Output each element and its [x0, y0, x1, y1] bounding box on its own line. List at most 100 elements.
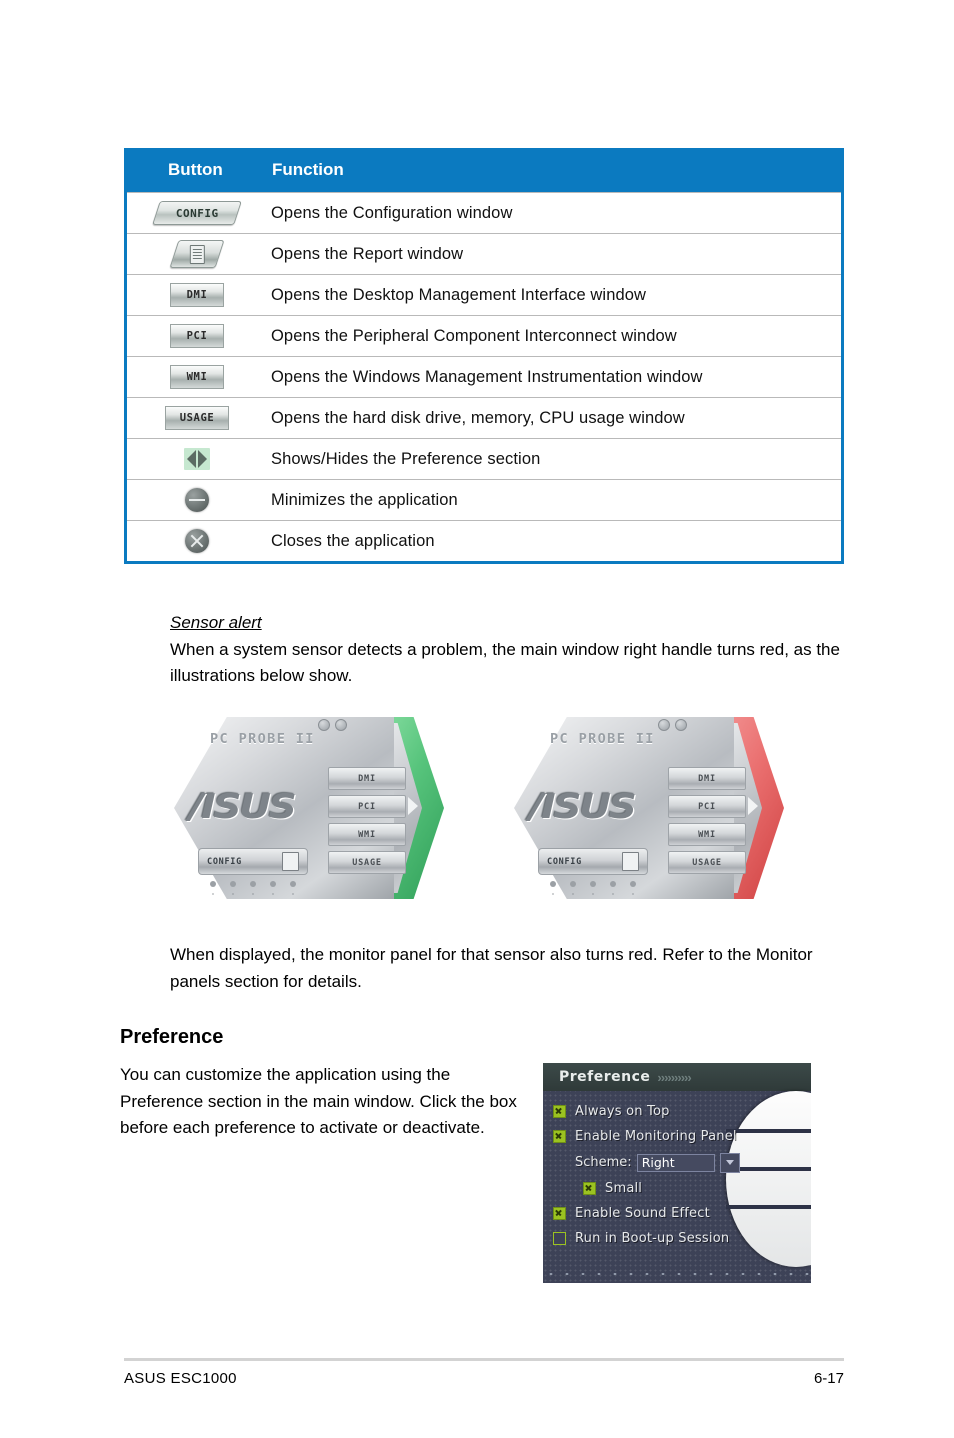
probe-minimize-icon — [318, 719, 330, 731]
probe-config-bar: CONFIG — [538, 848, 648, 875]
probe-window-buttons — [658, 719, 687, 731]
preference-item-label: Enable Sound Effect — [575, 1206, 710, 1221]
button-function-table: Button Function CONFIG Opens the Configu… — [124, 148, 844, 564]
config-icon-label: CONFIG — [175, 206, 219, 220]
probe-tab-wmi: WMI — [668, 823, 746, 846]
usage-icon-label: USAGE — [165, 406, 229, 430]
probe-title: PC PROBE II — [550, 731, 655, 747]
chevron-down-icon — [725, 1160, 734, 1165]
table-row: Opens the Report window — [127, 233, 841, 274]
table-row: PCI Opens the Peripheral Component Inter… — [127, 315, 841, 356]
preference-item-label: Run in Boot-up Session — [575, 1231, 730, 1246]
preference-item-enable-monitoring-panel[interactable]: Enable Monitoring Panel — [553, 1124, 811, 1149]
preference-item-always-on-top[interactable]: Always on Top — [553, 1099, 811, 1124]
function-text: Shows/Hides the Preference section — [271, 449, 541, 468]
preference-panel-title: Preference — [559, 1069, 651, 1085]
panel-footer-dots — [543, 1269, 811, 1279]
preference-heading: Preference — [120, 1026, 224, 1048]
preference-item-enable-sound-effect[interactable]: Enable Sound Effect — [553, 1201, 811, 1226]
table-row: Shows/Hides the Preference section — [127, 438, 841, 479]
preference-options-list: Always on Top Enable Monitoring Panel Sc… — [543, 1091, 811, 1251]
probe-expand-arrow-icon — [748, 797, 758, 815]
scheme-dropdown-button[interactable] — [719, 1152, 740, 1173]
wmi-button-icon: WMI — [127, 357, 267, 397]
preference-item-label: Enable Monitoring Panel — [575, 1129, 737, 1144]
probe-expand-arrow-icon — [408, 797, 418, 815]
function-text: Opens the Report window — [271, 244, 464, 263]
checkbox-enable-monitoring-panel[interactable] — [553, 1130, 566, 1143]
footer-page-number: 6-17 — [813, 1370, 844, 1387]
sensor-alert-block: Sensor alert When a system sensor detect… — [170, 610, 870, 690]
show-hide-arrows-icon — [127, 439, 267, 479]
scheme-select[interactable]: Right — [636, 1153, 715, 1172]
function-text: Opens the Configuration window — [271, 203, 513, 222]
probe-tab-list: DMI PCI WMI USAGE — [668, 767, 746, 879]
wmi-icon-label: WMI — [170, 365, 224, 389]
pc-probe-illustration-alert: PC PROBE II /ISUS DMI PCI WMI USAGE CONF… — [508, 705, 784, 910]
checkbox-enable-sound-effect[interactable] — [553, 1207, 566, 1220]
column-header-function: Function — [272, 160, 344, 179]
probe-tab-pci: PCI — [668, 795, 746, 818]
probe-minimize-icon — [658, 719, 670, 731]
usage-button-icon: USAGE — [127, 398, 267, 438]
probe-config-bar: CONFIG — [198, 848, 308, 875]
checkbox-small[interactable] — [583, 1182, 596, 1195]
chevron-row-icon: ›››››››››› — [657, 1069, 691, 1085]
probe-tab-dmi: DMI — [668, 767, 746, 790]
table-header-row: Button Function — [124, 148, 844, 192]
preference-panel-titlebar: Preference ›››››››››› — [543, 1063, 811, 1091]
close-icon — [127, 521, 267, 561]
probe-tab-list: DMI PCI WMI USAGE — [328, 767, 406, 879]
asus-logo: /ISUS — [189, 787, 297, 827]
function-text: Opens the Peripheral Component Interconn… — [271, 326, 677, 345]
table-row: USAGE Opens the hard disk drive, memory,… — [127, 397, 841, 438]
function-text: Minimizes the application — [271, 490, 458, 509]
pci-button-icon: PCI — [127, 316, 267, 356]
probe-tab-pci: PCI — [328, 795, 406, 818]
probe-title: PC PROBE II — [210, 731, 315, 747]
report-button-icon — [127, 234, 267, 274]
pci-icon-label: PCI — [170, 324, 224, 348]
function-text: Opens the Windows Management Instrumenta… — [271, 367, 703, 386]
scheme-label: Scheme: — [575, 1155, 632, 1170]
asus-logo: /ISUS — [529, 787, 637, 827]
preference-panel-screenshot: Preference ›››››››››› Always on Top Enab… — [543, 1063, 811, 1283]
probe-report-glyph — [622, 852, 639, 871]
probe-close-icon — [675, 719, 687, 731]
table-row: DMI Opens the Desktop Management Interfa… — [127, 274, 841, 315]
checkbox-run-in-bootup-session[interactable] — [553, 1232, 566, 1245]
function-text: Opens the hard disk drive, memory, CPU u… — [271, 408, 685, 427]
right-arrow-icon — [198, 450, 207, 468]
sensor-alert-heading: Sensor alert — [170, 613, 262, 632]
probe-slot-dots — [210, 881, 296, 887]
table-row: Minimizes the application — [127, 479, 841, 520]
preference-item-run-in-bootup-session[interactable]: Run in Boot-up Session — [553, 1226, 811, 1251]
monitor-panel-note: When displayed, the monitor panel for th… — [170, 945, 813, 991]
probe-tab-usage: USAGE — [328, 851, 406, 874]
footer-divider — [124, 1358, 844, 1361]
document-page: Button Function CONFIG Opens the Configu… — [0, 0, 954, 1438]
probe-tab-dmi: DMI — [328, 767, 406, 790]
probe-tab-usage: USAGE — [668, 851, 746, 874]
table-row: Closes the application — [127, 520, 841, 561]
probe-config-label: CONFIG — [547, 856, 582, 867]
probe-window-buttons — [318, 719, 347, 731]
probe-tab-wmi: WMI — [328, 823, 406, 846]
table-row: WMI Opens the Windows Management Instrum… — [127, 356, 841, 397]
preference-item-small[interactable]: Small — [553, 1176, 811, 1201]
dmi-icon-label: DMI — [170, 283, 224, 307]
scheme-selected-value: Right — [641, 1155, 675, 1170]
dmi-button-icon: DMI — [127, 275, 267, 315]
document-glyph — [189, 244, 205, 264]
function-text: Opens the Desktop Management Interface w… — [271, 285, 647, 304]
probe-config-label: CONFIG — [207, 856, 242, 867]
sensor-alert-illustrations: PC PROBE II /ISUS DMI PCI WMI USAGE CONF… — [150, 705, 830, 915]
sensor-alert-body: When a system sensor detects a problem, … — [170, 639, 840, 686]
config-button-icon: CONFIG — [127, 193, 267, 233]
checkbox-always-on-top[interactable] — [553, 1105, 566, 1118]
preference-item-label: Small — [605, 1181, 643, 1196]
function-text: Closes the application — [271, 531, 435, 550]
probe-close-icon — [335, 719, 347, 731]
probe-report-glyph — [282, 852, 299, 871]
preference-item-label: Always on Top — [575, 1104, 670, 1119]
